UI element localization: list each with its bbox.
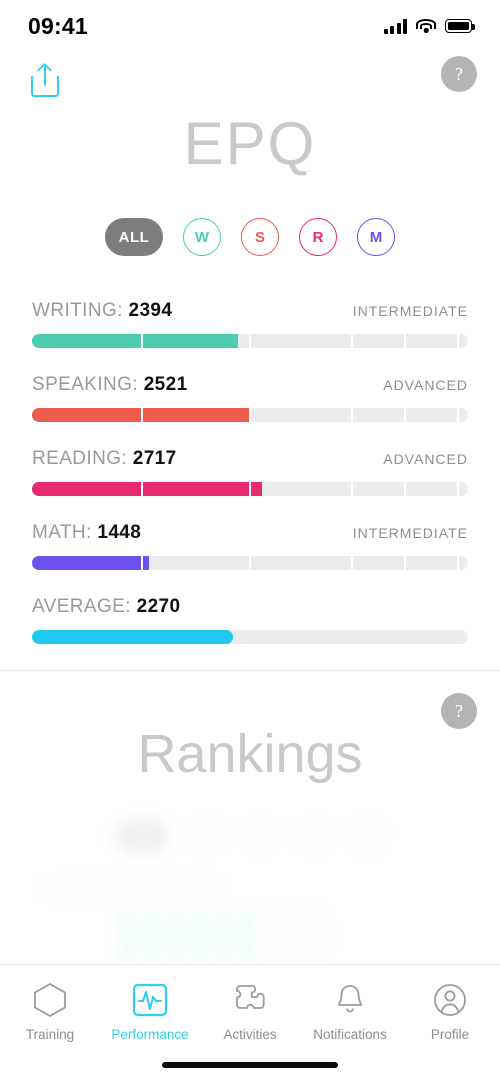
score-row-speaking: SPEAKING: 2521 ADVANCED <box>32 374 468 422</box>
rankings-section: ? Rankings <box>0 671 500 962</box>
progress-bar <box>32 482 468 496</box>
filter-chip-math[interactable]: M <box>357 218 395 256</box>
progress-segment <box>406 556 458 570</box>
header-actions: ? <box>0 52 500 108</box>
progress-segment <box>459 334 468 348</box>
home-indicator <box>162 1062 338 1068</box>
score-value: 2521 <box>143 374 188 395</box>
score-value: 2270 <box>136 596 181 617</box>
tab-label: Performance <box>111 1027 189 1042</box>
tab-profile[interactable]: Profile <box>400 981 500 1042</box>
progress-segment <box>353 334 405 348</box>
progress-segment <box>459 408 468 422</box>
score-row-writing: WRITING: 2394 INTERMEDIATE <box>32 300 468 348</box>
progress-segment <box>406 334 458 348</box>
tab-label: Notifications <box>313 1027 387 1042</box>
wifi-icon <box>416 18 436 34</box>
score-label: WRITING: 2394 <box>32 300 173 321</box>
tab-activities[interactable]: Activities <box>200 981 300 1042</box>
rankings-help-button[interactable]: ? <box>441 693 477 729</box>
person-icon <box>430 981 470 1019</box>
progress-bar <box>32 630 468 644</box>
progress-segment <box>459 556 468 570</box>
puzzle-piece-icon <box>230 981 270 1019</box>
score-label: AVERAGE: 2270 <box>32 596 181 617</box>
progress-segment <box>406 408 458 422</box>
tab-performance[interactable]: Performance <box>100 981 200 1042</box>
filter-chip-reading[interactable]: R <box>299 218 337 256</box>
status-time: 09:41 <box>28 12 88 39</box>
progress-segment <box>142 482 250 496</box>
score-label: SPEAKING: 2521 <box>32 374 188 395</box>
tab-notifications[interactable]: Notifications <box>300 981 400 1042</box>
filter-chip-row: ALL W S R M <box>0 218 500 256</box>
filter-chip-speaking[interactable]: S <box>241 218 279 256</box>
filter-chip-writing[interactable]: W <box>183 218 221 256</box>
progress-segment <box>353 408 405 422</box>
score-level: INTERMEDIATE <box>352 303 468 319</box>
tab-training[interactable]: Training <box>0 981 100 1042</box>
progress-segment <box>251 334 352 348</box>
bell-icon <box>330 981 370 1019</box>
progress-segment <box>32 482 141 496</box>
share-icon[interactable] <box>28 62 62 98</box>
help-button[interactable]: ? <box>441 56 477 92</box>
score-level: ADVANCED <box>383 377 468 393</box>
score-value: 2394 <box>128 300 173 321</box>
app-screen: 09:41 ? EPQ ALL W S R M WRITING: 2394 INTERM… <box>0 0 500 1080</box>
score-level: ADVANCED <box>383 451 468 467</box>
status-indicators <box>383 18 475 34</box>
progress-segment <box>353 482 405 496</box>
progress-segment <box>406 482 458 496</box>
score-value: 1448 <box>97 522 142 543</box>
score-row-math: MATH: 1448 INTERMEDIATE <box>32 522 468 570</box>
progress-bar <box>32 556 468 570</box>
progress-segment <box>142 408 250 422</box>
progress-segment <box>353 556 405 570</box>
score-row-reading: READING: 2717 ADVANCED <box>32 448 468 496</box>
progress-segment <box>32 408 141 422</box>
rankings-placeholder-content <box>0 819 500 962</box>
score-value: 2717 <box>132 448 177 469</box>
score-label: READING: 2717 <box>32 448 177 469</box>
progress-segment <box>251 482 352 496</box>
rankings-title: Rankings <box>137 724 363 784</box>
score-row-average: AVERAGE: 2270 <box>32 596 468 644</box>
tab-label: Activities <box>223 1027 277 1042</box>
score-label: MATH: 1448 <box>32 522 142 543</box>
progress-bar <box>32 408 468 422</box>
hexagon-icon <box>30 981 70 1019</box>
score-list: WRITING: 2394 INTERMEDIATE SPEAKING: 252… <box>0 300 500 644</box>
progress-segment <box>142 334 250 348</box>
cellular-bars-icon <box>383 18 407 34</box>
tab-label: Training <box>25 1027 75 1042</box>
progress-segment <box>142 556 250 570</box>
status-bar: 09:41 <box>0 0 500 52</box>
battery-full-icon <box>445 19 475 33</box>
page-title: EPQ <box>183 110 317 177</box>
filter-chip-all[interactable]: ALL <box>105 218 163 256</box>
progress-segment <box>251 556 352 570</box>
score-level: INTERMEDIATE <box>352 525 468 541</box>
pulse-icon <box>130 981 170 1019</box>
tab-label: Profile <box>430 1027 470 1042</box>
progress-segment <box>459 482 468 496</box>
progress-segment <box>251 408 352 422</box>
progress-segment <box>32 556 141 570</box>
progress-segment <box>32 334 141 348</box>
progress-bar <box>32 334 468 348</box>
